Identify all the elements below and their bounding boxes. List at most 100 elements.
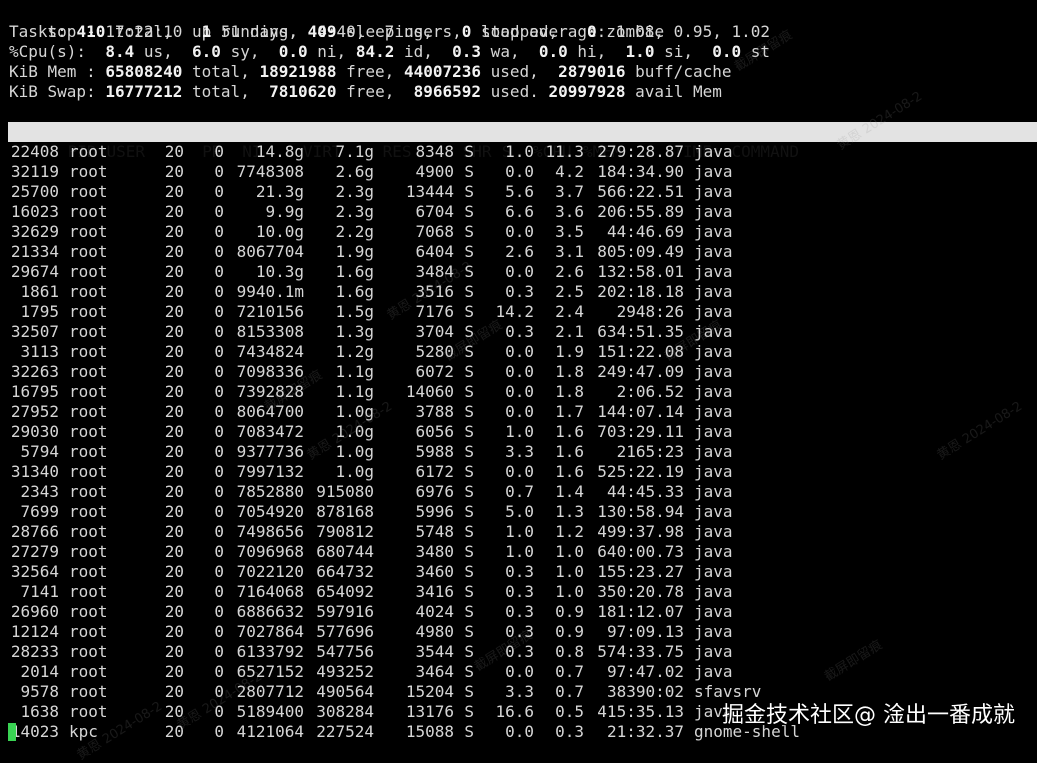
cell-ni: 0: [214, 322, 224, 341]
cell-mem: 1.8: [555, 362, 584, 381]
mem-total-label: total,: [182, 62, 260, 81]
cell-state: S: [464, 382, 474, 401]
cell-virt: 7852880: [236, 482, 304, 501]
cell-command: java: [694, 262, 733, 281]
cell-ni: 0: [214, 302, 224, 321]
process-row[interactable]: 7699 root 20 0 7054920 878168 5996 S 5.0 1.3 130:5…: [9, 502, 733, 522]
swap-label: KiB Swap:: [9, 82, 106, 101]
cell-shr: 4980: [415, 622, 454, 641]
cell-pid: 9578: [20, 682, 59, 701]
cell-res: 878168: [316, 502, 374, 521]
process-row[interactable]: 16795 root 20 0 7392828 1.1g 14060 S 0.0 1.8 2:06.…: [9, 382, 733, 402]
process-row[interactable]: 2343 root 20 0 7852880 915080 6976 S 0.7 1.4 44:45…: [9, 482, 732, 502]
cpu-label: %Cpu(s):: [9, 42, 106, 61]
cell-virt: 7498656: [236, 522, 304, 541]
process-row[interactable]: 32263 root 20 0 7098336 1.1g 6072 S 0.0 1.8 249:47…: [9, 362, 733, 382]
process-row[interactable]: 31340 root 20 0 7997132 1.0g 6172 S 0.0 1.6 525:22…: [9, 462, 733, 482]
cell-pid: 32263: [10, 362, 59, 381]
cell-ni: 0: [214, 582, 224, 601]
process-row[interactable]: 32564 root 20 0 7022120 664732 3460 S 0.3 1.0 155:…: [9, 562, 733, 582]
cell-shr: 4024: [415, 602, 454, 621]
process-row[interactable]: 29030 root 20 0 7083472 1.0g 6056 S 1.0 1.6 703:29…: [9, 422, 733, 442]
process-row[interactable]: 32629 root 20 0 10.0g 2.2g 7068 S 0.0 3.5 44:46.69…: [9, 222, 733, 242]
process-row[interactable]: 27952 root 20 0 8064700 1.0g 3788 S 0.0 1.7 144:07…: [9, 402, 733, 422]
cell-user: root: [69, 202, 108, 221]
cell-command: java: [694, 602, 733, 621]
cell-command: java: [694, 502, 733, 521]
cell-state: S: [464, 142, 474, 161]
cell-time: 181:12.07: [597, 602, 684, 621]
cell-time: 249:47.09: [597, 362, 684, 381]
process-row[interactable]: 1795 root 20 0 7210156 1.5g 7176 S 14.2 2.4 2948:2…: [9, 302, 732, 322]
process-row[interactable]: 2014 root 20 0 6527152 493252 3464 S 0.0 0.7 97:47…: [9, 662, 732, 682]
cell-time: 703:29.11: [597, 422, 684, 441]
cell-ni: 0: [214, 462, 224, 481]
process-row[interactable]: 1861 root 20 0 9940.1m 1.6g 3516 S 0.3 2.5 202:18.…: [9, 282, 732, 302]
cell-pr: 20: [164, 482, 184, 501]
cell-user: root: [69, 622, 108, 641]
cell-user: root: [69, 582, 108, 601]
cell-shr: 3480: [415, 542, 454, 561]
cell-user: root: [69, 662, 108, 681]
process-row[interactable]: 1638 root 20 0 5189400 308284 13176 S 16.6 0.5 415…: [9, 702, 732, 722]
process-row[interactable]: 32119 root 20 0 7748308 2.6g 4900 S 0.0 4.2 184:34…: [9, 162, 733, 182]
tasks-zombie: 0: [587, 22, 597, 41]
cell-ni: 0: [214, 662, 224, 681]
process-row[interactable]: 22408 root 20 0 14.8g 7.1g 8348 S 1.0 11.3 279:28.…: [9, 142, 733, 162]
cell-pr: 20: [164, 302, 184, 321]
cell-mem: 0.9: [555, 622, 584, 641]
cell-time: 574:33.75: [597, 642, 684, 661]
cell-res: 2.6g: [335, 162, 374, 181]
cell-cpu: 0.0: [505, 722, 534, 741]
process-row[interactable]: 5794 root 20 0 9377736 1.0g 5988 S 3.3 1.6 2165:23…: [9, 442, 732, 462]
cell-pid: 32629: [10, 222, 59, 241]
cell-mem: 3.6: [555, 202, 584, 221]
process-row[interactable]: 27279 root 20 0 7096968 680744 3480 S 1.0 1.0 640:…: [9, 542, 733, 562]
cell-shr: 5748: [415, 522, 454, 541]
process-row[interactable]: 25700 root 20 0 21.3g 2.3g 13444 S 5.6 3.7 566:22.…: [9, 182, 733, 202]
process-row[interactable]: 32507 root 20 0 8153308 1.3g 3704 S 0.3 2.1 634:51…: [9, 322, 733, 342]
cell-time: 132:58.01: [597, 262, 684, 281]
process-row[interactable]: 28766 root 20 0 7498656 790812 5748 S 1.0 1.2 499:…: [9, 522, 733, 542]
process-row[interactable]: 21334 root 20 0 8067704 1.9g 6404 S 2.6 3.1 805:09…: [9, 242, 733, 262]
cell-user: root: [69, 422, 108, 441]
cell-user: root: [69, 702, 108, 721]
cell-pr: 20: [164, 542, 184, 561]
cell-shr: 6172: [415, 462, 454, 481]
cell-cpu: 3.3: [505, 682, 534, 701]
cell-pid: 29030: [10, 422, 59, 441]
cell-ni: 0: [214, 162, 224, 181]
process-row[interactable]: 28233 root 20 0 6133792 547756 3544 S 0.3 0.8 574:…: [9, 642, 733, 662]
cell-virt: 9.9g: [265, 202, 304, 221]
cell-pid: 5794: [20, 442, 59, 461]
cell-time: 2948:26: [616, 302, 684, 321]
cell-virt: 8064700: [236, 402, 304, 421]
cell-state: S: [464, 182, 474, 201]
cell-shr: 6704: [415, 202, 454, 221]
cell-pr: 20: [164, 162, 184, 181]
cell-command: java: [694, 642, 733, 661]
cell-cpu: 3.3: [505, 442, 534, 461]
cell-pid: 27952: [10, 402, 59, 421]
process-row[interactable]: 26960 root 20 0 6886632 597916 4024 S 0.3 0.9 181:…: [9, 602, 733, 622]
cell-command: java: [694, 402, 733, 421]
cell-cpu: 0.3: [505, 642, 534, 661]
process-row[interactable]: 29674 root 20 0 10.3g 1.6g 3484 S 0.0 2.6 132:58.0…: [9, 262, 733, 282]
cell-time: 38390:02: [606, 682, 684, 701]
cpu-id: 84.2: [355, 42, 395, 61]
swap-avail: 20997928: [548, 82, 626, 101]
cell-pr: 20: [164, 442, 184, 461]
cell-mem: 1.4: [555, 482, 584, 501]
cell-shr: 15204: [405, 682, 454, 701]
process-row[interactable]: 12124 root 20 0 7027864 577696 4980 S 0.3 0.9 97:0…: [9, 622, 733, 642]
process-row[interactable]: 16023 root 20 0 9.9g 2.3g 6704 S 6.6 3.6 206:55.89…: [9, 202, 733, 222]
process-row[interactable]: 14023 kpc 20 0 4121064 227524 15088 S 0.0 0.3 21:3…: [9, 722, 800, 742]
cell-ni: 0: [214, 682, 224, 701]
cell-mem: 1.3: [555, 502, 584, 521]
process-row[interactable]: 9578 root 20 0 2807712 490564 15204 S 3.3 0.7 3839…: [9, 682, 761, 702]
cell-ni: 0: [214, 602, 224, 621]
cell-virt: 7164068: [236, 582, 304, 601]
process-row[interactable]: 3113 root 20 0 7434824 1.2g 5280 S 0.0 1.9 151:22.…: [9, 342, 732, 362]
process-row[interactable]: 7141 root 20 0 7164068 654092 3416 S 0.3 1.0 350:2…: [9, 582, 732, 602]
cell-user: root: [69, 682, 108, 701]
